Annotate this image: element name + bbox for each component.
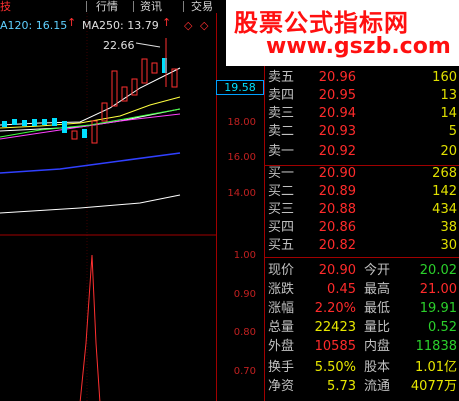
bid-price: 20.88 — [318, 202, 356, 217]
bid-label: 买四 — [268, 220, 295, 235]
bid-volume: 38 — [440, 220, 457, 235]
bid-price: 20.90 — [318, 166, 356, 181]
ask-price: 20.94 — [318, 106, 356, 121]
bid-volume: 30 — [440, 238, 457, 253]
ask-volume: 13 — [440, 88, 457, 103]
stat-value: 19.91 — [419, 301, 457, 316]
stat-value: 2.20% — [314, 301, 356, 316]
stock-name-fragment: 技 — [0, 0, 11, 13]
stat-value: 21.00 — [419, 282, 457, 297]
ask-row-3[interactable]: 卖三 20.94 14 — [264, 105, 459, 123]
stat-label: 涨幅 — [268, 301, 295, 316]
tab-trade[interactable]: 交易 — [191, 0, 213, 13]
bid-label: 买三 — [268, 202, 295, 217]
tab-news[interactable]: 资讯 — [140, 0, 162, 13]
ask-label: 卖二 — [268, 124, 295, 139]
stat-value: 5.73 — [327, 379, 356, 394]
stat-value: 20.90 — [318, 263, 356, 278]
stat-value: 11838 — [415, 339, 457, 354]
stat-label: 股本 — [364, 360, 391, 375]
stat-row: 涨跌 0.45 最高 21.00 — [264, 281, 459, 299]
axis-tick: 0.80 — [233, 327, 256, 338]
stat-label: 涨跌 — [268, 282, 295, 297]
ask-volume: 20 — [440, 144, 457, 159]
watermark-banner: 股票公式指标网 www.gszb.com — [226, 0, 459, 66]
ask-label: 卖五 — [268, 70, 295, 85]
stat-value: 5.50% — [314, 360, 356, 375]
bid-row-5[interactable]: 买五 20.82 30 — [264, 237, 459, 255]
stat-label: 流通 — [364, 379, 391, 394]
stat-row: 换手 5.50% 股本 1.01亿 — [264, 359, 459, 377]
kline-chart[interactable]: 22.66 — [0, 13, 216, 401]
bid-volume: 434 — [432, 202, 457, 217]
ask-label: 卖一 — [268, 144, 295, 159]
stat-label: 量比 — [364, 320, 391, 335]
ask-row-5[interactable]: 卖五 20.96 160 — [264, 69, 459, 87]
ask-label: 卖四 — [268, 88, 295, 103]
stat-row: 总量 22423 量比 0.52 — [264, 319, 459, 337]
stat-value: 0.52 — [428, 320, 457, 335]
candles — [2, 38, 178, 144]
stat-row: 现价 20.90 今开 20.02 — [264, 262, 459, 280]
ask-row-1[interactable]: 卖一 20.92 20 — [264, 143, 459, 161]
ask-label: 卖三 — [268, 106, 295, 121]
bid-row-2[interactable]: 买二 20.89 142 — [264, 183, 459, 201]
bid-label: 买五 — [268, 238, 295, 253]
bid-price: 20.89 — [318, 184, 356, 199]
stat-value: 10585 — [314, 339, 356, 354]
axis-tick: 0.90 — [233, 289, 256, 300]
ask-price: 20.96 — [318, 70, 356, 85]
stat-label: 最高 — [364, 282, 391, 297]
stat-label: 外盘 — [268, 339, 295, 354]
tab-quotes[interactable]: 行情 — [96, 0, 118, 13]
price-axis: 18.00 16.00 14.00 1.00 0.90 0.80 0.70 — [216, 13, 264, 401]
tab-divider — [86, 1, 87, 12]
stat-label: 今开 — [364, 263, 391, 278]
bid-volume: 268 — [432, 166, 457, 181]
ask-row-2[interactable]: 卖二 20.93 5 — [264, 123, 459, 141]
bid-row-1[interactable]: 买一 20.90 268 — [264, 165, 459, 183]
current-price-marker: 19.58 — [216, 80, 264, 95]
stat-label: 最低 — [364, 301, 391, 316]
stat-label: 总量 — [268, 320, 295, 335]
stat-value: 22423 — [314, 320, 356, 335]
bid-price: 20.86 — [318, 220, 356, 235]
bid-row-3[interactable]: 买三 20.88 434 — [264, 201, 459, 219]
axis-tick: 1.00 — [233, 250, 256, 261]
bid-label: 买一 — [268, 166, 295, 181]
bid-volume: 142 — [432, 184, 457, 199]
ask-volume: 5 — [448, 124, 457, 139]
quote-panel: 卖五 20.96 160 卖四 20.95 13 卖三 20.94 14 卖二 … — [264, 13, 459, 401]
axis-tick: 0.70 — [233, 366, 256, 377]
stat-label: 净资 — [268, 379, 295, 394]
axis-tick: 14.00 — [227, 188, 256, 199]
bid-label: 买二 — [268, 184, 295, 199]
stat-value: 0.45 — [327, 282, 356, 297]
stat-label: 换手 — [268, 360, 295, 375]
watermark-url: www.gszb.com — [266, 34, 451, 59]
watermark-title: 股票公式指标网 — [234, 9, 409, 37]
stat-value: 20.02 — [419, 263, 457, 278]
ask-price: 20.95 — [318, 88, 356, 103]
axis-tick: 16.00 — [227, 152, 256, 163]
stat-value: 4077万 — [410, 379, 457, 394]
bid-price: 20.82 — [318, 238, 356, 253]
stat-row: 净资 5.73 流通 4077万 — [264, 378, 459, 396]
ask-volume: 14 — [440, 106, 457, 121]
ask-price: 20.93 — [318, 124, 356, 139]
stat-label: 内盘 — [364, 339, 391, 354]
bid-row-4[interactable]: 买四 20.86 38 — [264, 219, 459, 237]
stat-row: 外盘 10585 内盘 11838 — [264, 338, 459, 356]
tab-divider — [133, 1, 134, 12]
tab-divider — [183, 1, 184, 12]
ask-price: 20.92 — [318, 144, 356, 159]
stat-row: 涨幅 2.20% 最低 19.91 — [264, 300, 459, 318]
stat-label: 现价 — [268, 263, 295, 278]
ask-volume: 160 — [432, 70, 457, 85]
stat-value: 1.01亿 — [415, 360, 457, 375]
ask-row-4[interactable]: 卖四 20.95 13 — [264, 87, 459, 105]
axis-tick: 18.00 — [227, 117, 256, 128]
high-price-label: 22.66 — [103, 39, 135, 52]
